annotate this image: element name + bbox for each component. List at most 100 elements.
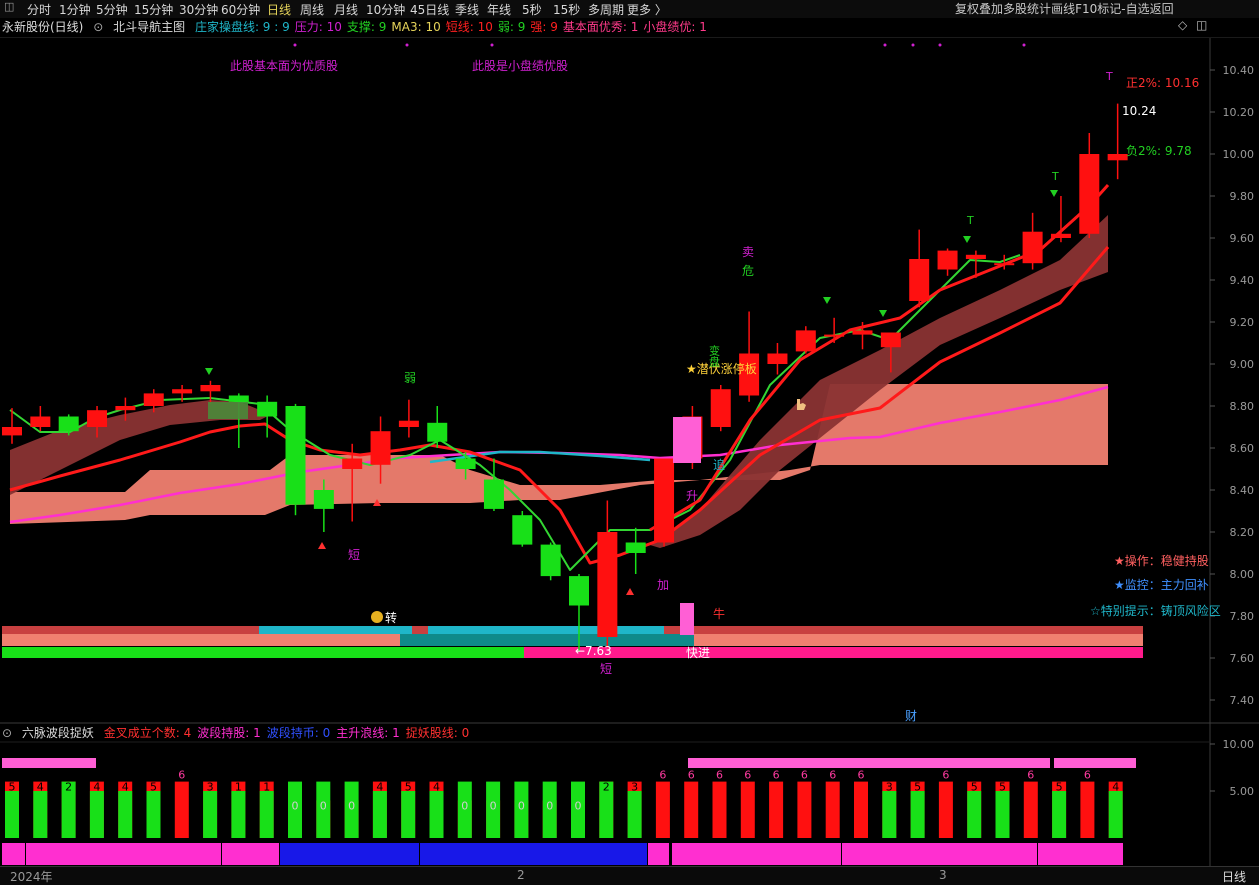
sub-bar-red	[61, 781, 76, 838]
period-label[interactable]: 日线	[1222, 868, 1246, 885]
candle-body[interactable]	[30, 416, 51, 428]
candle-body[interactable]	[2, 427, 22, 436]
sub-bar-number: 5	[914, 781, 921, 794]
toolbar-button-0[interactable]: 复权	[955, 2, 979, 16]
period-tab-7[interactable]: 周线	[300, 1, 324, 18]
sub-bar-red	[967, 781, 982, 838]
candle-body[interactable]	[965, 254, 986, 259]
period-tab-9[interactable]: 10分钟	[366, 1, 405, 18]
candle-body[interactable]	[483, 479, 504, 509]
pink-candle[interactable]	[673, 417, 701, 463]
sub-bar-number: 4	[1112, 781, 1119, 794]
candle-body[interactable]	[597, 532, 618, 637]
candle-body[interactable]	[512, 515, 533, 545]
signal-danger: 危	[742, 264, 754, 278]
period-tab-6[interactable]: 日线	[267, 1, 291, 18]
candle-body[interactable]	[625, 542, 646, 554]
sub-bar-green	[231, 791, 246, 838]
toolbar-button-4[interactable]: 画线	[1051, 2, 1075, 16]
period-tab-3[interactable]: 15分钟	[134, 1, 173, 18]
signal-t-2: T	[1051, 170, 1059, 183]
candle-body[interactable]	[87, 410, 108, 427]
candle-body[interactable]	[115, 406, 136, 411]
sub-bar-red	[825, 781, 840, 838]
candle-body[interactable]	[1079, 154, 1100, 234]
quick-entry-label: 快进	[686, 646, 710, 660]
candle-body[interactable]	[285, 406, 306, 505]
candle-body[interactable]	[257, 401, 278, 417]
diamond-icon[interactable]: ◇	[1178, 18, 1187, 32]
candle-body[interactable]	[739, 353, 760, 396]
sub-bar-red	[372, 781, 387, 838]
candle-body[interactable]	[228, 395, 249, 402]
toolbar-button-5[interactable]: F10	[1075, 2, 1097, 16]
period-tab-13[interactable]: 5秒	[522, 1, 542, 18]
kline-chart[interactable]: 10.40 10.20 10.00 9.80 9.60 9.40 9.20 9.00 8.80 8…	[0, 0, 1259, 884]
period-tab-16[interactable]: 更多 〉	[627, 1, 667, 18]
candle-body[interactable]	[143, 393, 164, 406]
period-tab-11[interactable]: 季线	[455, 1, 479, 18]
period-tab-15[interactable]: 多周期	[588, 1, 624, 18]
window-icon[interactable]: ◫	[1196, 18, 1207, 32]
sub-panel-title[interactable]: 六脉波段捉妖	[22, 726, 94, 740]
candle-body[interactable]	[427, 422, 448, 442]
candle-body[interactable]	[313, 490, 334, 509]
candle-body[interactable]	[455, 458, 476, 470]
candle-body[interactable]	[540, 544, 561, 577]
candle-body[interactable]	[172, 389, 193, 394]
sub-bottom-strip	[648, 843, 669, 865]
period-tab-14[interactable]: 15秒	[553, 1, 580, 18]
period-tab-2[interactable]: 5分钟	[96, 1, 128, 18]
period-tab-10[interactable]: 45日线	[410, 1, 449, 18]
sub-panel-toggle-icon[interactable]: ⊙	[2, 726, 12, 740]
sub-bar-green	[486, 781, 501, 838]
toolbar-button-7[interactable]: -自选	[1121, 2, 1149, 16]
date-label-feb: 2	[517, 868, 525, 882]
period-tab-12[interactable]: 年线	[487, 1, 511, 18]
candle-body[interactable]	[682, 416, 703, 459]
candle-body[interactable]	[994, 263, 1015, 266]
support-line	[9, 254, 1021, 571]
indicator-value-7: 基本面优秀: 1	[562, 20, 639, 34]
main-plot-area[interactable]	[0, 38, 1210, 724]
candle-body[interactable]	[654, 458, 675, 543]
toolbar-button-2[interactable]: 多股	[1003, 2, 1027, 16]
period-tab-4[interactable]: 30分钟	[179, 1, 218, 18]
toolbar-button-3[interactable]: 统计	[1027, 2, 1051, 16]
candle-body[interactable]	[1022, 231, 1043, 264]
candle-body[interactable]	[710, 389, 731, 427]
indicator-settings-icon[interactable]: ⊙	[93, 20, 103, 34]
sub-bar-red	[571, 800, 585, 838]
candle-body[interactable]	[398, 420, 419, 427]
candle-body[interactable]	[795, 330, 816, 352]
candle-body[interactable]	[767, 353, 788, 365]
toolbar-button-6[interactable]: 标记	[1097, 2, 1121, 16]
sub-bar-red	[1108, 781, 1123, 838]
period-tab-1[interactable]: 1分钟	[59, 1, 91, 18]
candle-body[interactable]	[1050, 233, 1071, 238]
candle-body[interactable]	[200, 385, 221, 392]
candle-body[interactable]	[569, 576, 589, 606]
sub-bar-number: 4	[37, 781, 44, 794]
period-tab-5[interactable]: 60分钟	[221, 1, 260, 18]
candle-body[interactable]	[824, 334, 845, 337]
toolbar-button-1[interactable]: 叠加	[979, 2, 1003, 16]
stock-title[interactable]: 永新股份(日线)	[2, 20, 83, 34]
candle-body[interactable]	[880, 332, 901, 348]
period-tab-0[interactable]: 分时	[27, 1, 51, 18]
candle-body[interactable]	[370, 431, 391, 465]
candle-body[interactable]	[909, 259, 930, 301]
period-tab-8[interactable]: 月线	[334, 1, 358, 18]
candle-body[interactable]	[937, 250, 958, 270]
candle-body[interactable]	[342, 458, 363, 470]
indicator-value-2: 支撑: 9	[346, 20, 387, 34]
toolbar-button-8[interactable]: 返回	[1150, 2, 1174, 16]
candle-body[interactable]	[1107, 154, 1128, 161]
sub-bar-red	[769, 781, 784, 838]
sub-bar-green	[429, 791, 444, 838]
candle-body[interactable]	[58, 416, 79, 432]
candle-body[interactable]	[852, 330, 873, 335]
indicator-name[interactable]: 北斗导航主图	[113, 20, 185, 34]
sub-bar-green	[995, 791, 1010, 838]
sub-bar-green	[457, 781, 472, 838]
